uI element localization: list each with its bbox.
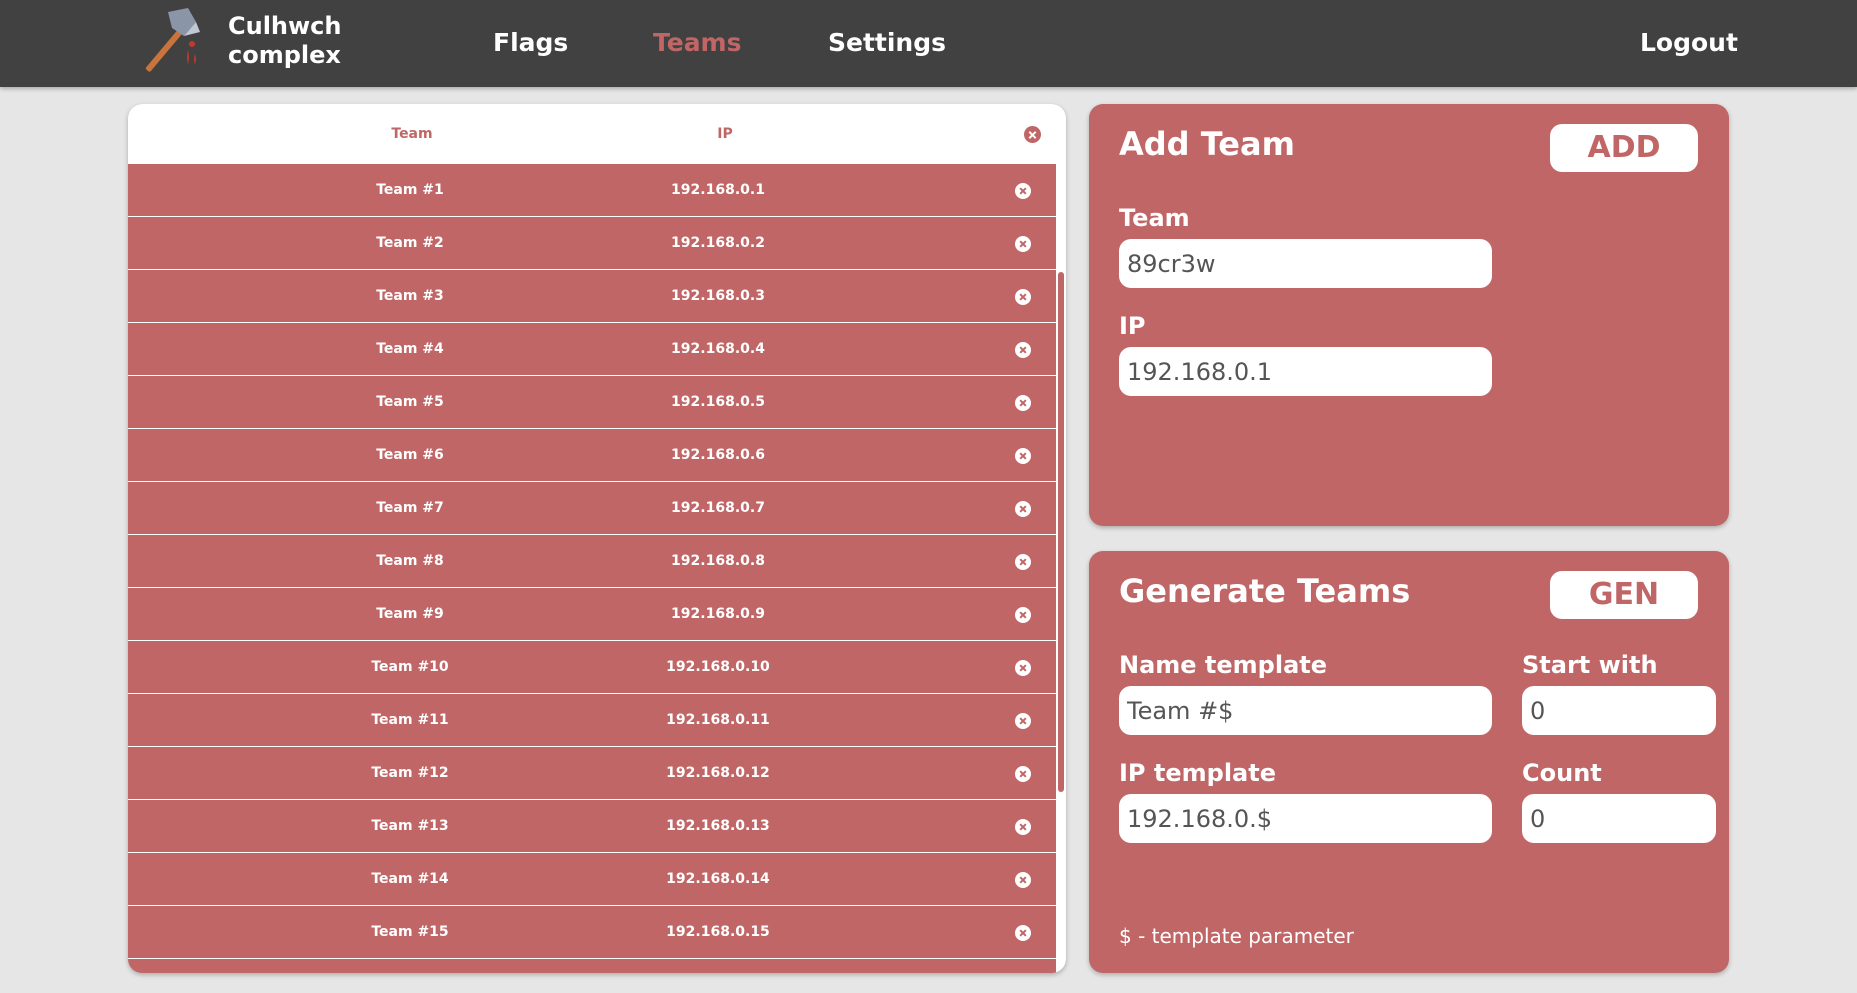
- delete-all-icon[interactable]: [1024, 126, 1041, 143]
- brand-line-2: complex: [228, 41, 341, 69]
- table-scrollbar[interactable]: [1056, 164, 1066, 973]
- team-name-input[interactable]: [1119, 239, 1492, 288]
- top-navbar: Culhwch complex Flags Teams Settings Log…: [0, 0, 1857, 87]
- delete-row-icon[interactable]: [1015, 236, 1031, 252]
- team-name-cell: Team #10: [371, 659, 449, 675]
- table-row[interactable]: Team #9 192.168.0.9: [128, 588, 1056, 641]
- table-row[interactable]: Team #12 192.168.0.12: [128, 747, 1056, 800]
- table-row[interactable]: Team #14 192.168.0.14: [128, 853, 1056, 906]
- table-row[interactable]: Team #8 192.168.0.8: [128, 535, 1056, 588]
- axe-icon[interactable]: [128, 6, 210, 82]
- generate-teams-title: Generate Teams: [1119, 572, 1411, 610]
- team-ip-cell: 192.168.0.10: [666, 659, 770, 675]
- team-ip-cell: 192.168.0.7: [671, 500, 765, 516]
- team-ip-cell: 192.168.0.15: [666, 924, 770, 940]
- team-ip-cell: 192.168.0.13: [666, 818, 770, 834]
- delete-row-icon[interactable]: [1015, 607, 1031, 623]
- team-name-cell: Team #4: [376, 341, 444, 357]
- ip-template-input[interactable]: [1119, 794, 1492, 843]
- team-ip-cell: 192.168.0.6: [671, 447, 765, 463]
- team-name-cell: Team #3: [376, 288, 444, 304]
- team-ip-cell: 192.168.0.3: [671, 288, 765, 304]
- count-label: Count: [1522, 759, 1602, 787]
- team-ip-cell: 192.168.0.4: [671, 341, 765, 357]
- template-note: $ - template parameter: [1119, 924, 1354, 948]
- add-team-panel: Add Team ADD Team IP: [1089, 104, 1729, 526]
- delete-row-icon[interactable]: [1015, 501, 1031, 517]
- team-label: Team: [1119, 204, 1190, 232]
- team-ip-cell: 192.168.0.2: [671, 235, 765, 251]
- team-name-cell: Team #11: [371, 712, 449, 728]
- team-name-cell: Team #13: [371, 818, 449, 834]
- team-name-cell: Team #14: [371, 871, 449, 887]
- logout-link[interactable]: Logout: [1640, 26, 1738, 60]
- team-ip-cell: 192.168.0.8: [671, 553, 765, 569]
- team-ip-cell: 192.168.0.14: [666, 871, 770, 887]
- name-template-label: Name template: [1119, 651, 1328, 679]
- delete-row-icon[interactable]: [1015, 342, 1031, 358]
- team-name-cell: Team #5: [376, 394, 444, 410]
- gen-button[interactable]: GEN: [1550, 571, 1698, 619]
- team-name-cell: Team #7: [376, 500, 444, 516]
- team-name-cell: Team #12: [371, 765, 449, 781]
- brand-line-1: Culhwch: [228, 12, 342, 40]
- brand-name: Culhwch complex: [228, 12, 342, 70]
- table-row[interactable]: Team #5 192.168.0.5: [128, 376, 1056, 429]
- table-row[interactable]: Team #15 192.168.0.15: [128, 906, 1056, 959]
- ip-template-label: IP template: [1119, 759, 1276, 787]
- table-row[interactable]: Team #7 192.168.0.7: [128, 482, 1056, 535]
- delete-row-icon[interactable]: [1015, 713, 1031, 729]
- delete-row-icon[interactable]: [1015, 925, 1031, 941]
- delete-row-icon[interactable]: [1015, 872, 1031, 888]
- table-header: Team IP: [128, 104, 1066, 164]
- team-name-cell: Team #6: [376, 447, 444, 463]
- count-input[interactable]: [1522, 794, 1716, 843]
- table-row[interactable]: Team #4 192.168.0.4: [128, 323, 1056, 376]
- delete-row-icon[interactable]: [1015, 819, 1031, 835]
- team-name-cell: Team #15: [371, 924, 449, 940]
- team-ip-cell: 192.168.0.12: [666, 765, 770, 781]
- team-ip-cell: 192.168.0.9: [671, 606, 765, 622]
- team-name-cell: Team #1: [376, 182, 444, 198]
- team-ip-cell: 192.168.0.1: [671, 182, 765, 198]
- start-with-input[interactable]: [1522, 686, 1716, 735]
- add-button[interactable]: ADD: [1550, 124, 1698, 172]
- teams-table: Team IP Team #1 192.168.0.1 Team #2 192.168…: [128, 104, 1066, 973]
- delete-row-icon[interactable]: [1015, 183, 1031, 199]
- delete-row-icon[interactable]: [1015, 660, 1031, 676]
- name-template-input[interactable]: [1119, 686, 1492, 735]
- team-name-cell: Team #8: [376, 553, 444, 569]
- table-row[interactable]: Team #6 192.168.0.6: [128, 429, 1056, 482]
- nav-settings[interactable]: Settings: [828, 26, 946, 60]
- nav-flags[interactable]: Flags: [493, 26, 568, 60]
- ip-label: IP: [1119, 312, 1146, 340]
- team-name-cell: Team #9: [376, 606, 444, 622]
- team-ip-cell: 192.168.0.11: [666, 712, 770, 728]
- table-row[interactable]: Team #10 192.168.0.10: [128, 641, 1056, 694]
- delete-row-icon[interactable]: [1015, 554, 1031, 570]
- start-with-label: Start with: [1522, 651, 1658, 679]
- table-body[interactable]: Team #1 192.168.0.1 Team #2 192.168.0.2 Team…: [128, 164, 1056, 973]
- ip-input[interactable]: [1119, 347, 1492, 396]
- table-row[interactable]: Team #2 192.168.0.2: [128, 217, 1056, 270]
- team-ip-cell: 192.168.0.5: [671, 394, 765, 410]
- table-row[interactable]: Team #3 192.168.0.3: [128, 270, 1056, 323]
- table-row[interactable]: Team #1 192.168.0.1: [128, 164, 1056, 217]
- delete-row-icon[interactable]: [1015, 766, 1031, 782]
- table-row[interactable]: Team #13 192.168.0.13: [128, 800, 1056, 853]
- column-header-ip[interactable]: IP: [575, 104, 875, 164]
- delete-row-icon[interactable]: [1015, 395, 1031, 411]
- delete-row-icon[interactable]: [1015, 289, 1031, 305]
- table-row[interactable]: Team #11 192.168.0.11: [128, 694, 1056, 747]
- team-name-cell: Team #2: [376, 235, 444, 251]
- generate-teams-panel: Generate Teams GEN Name template Start w…: [1089, 551, 1729, 973]
- delete-row-icon[interactable]: [1015, 448, 1031, 464]
- column-header-team[interactable]: Team: [262, 104, 562, 164]
- add-team-title: Add Team: [1119, 125, 1295, 163]
- scrollbar-thumb[interactable]: [1058, 272, 1064, 792]
- nav-teams[interactable]: Teams: [653, 26, 742, 60]
